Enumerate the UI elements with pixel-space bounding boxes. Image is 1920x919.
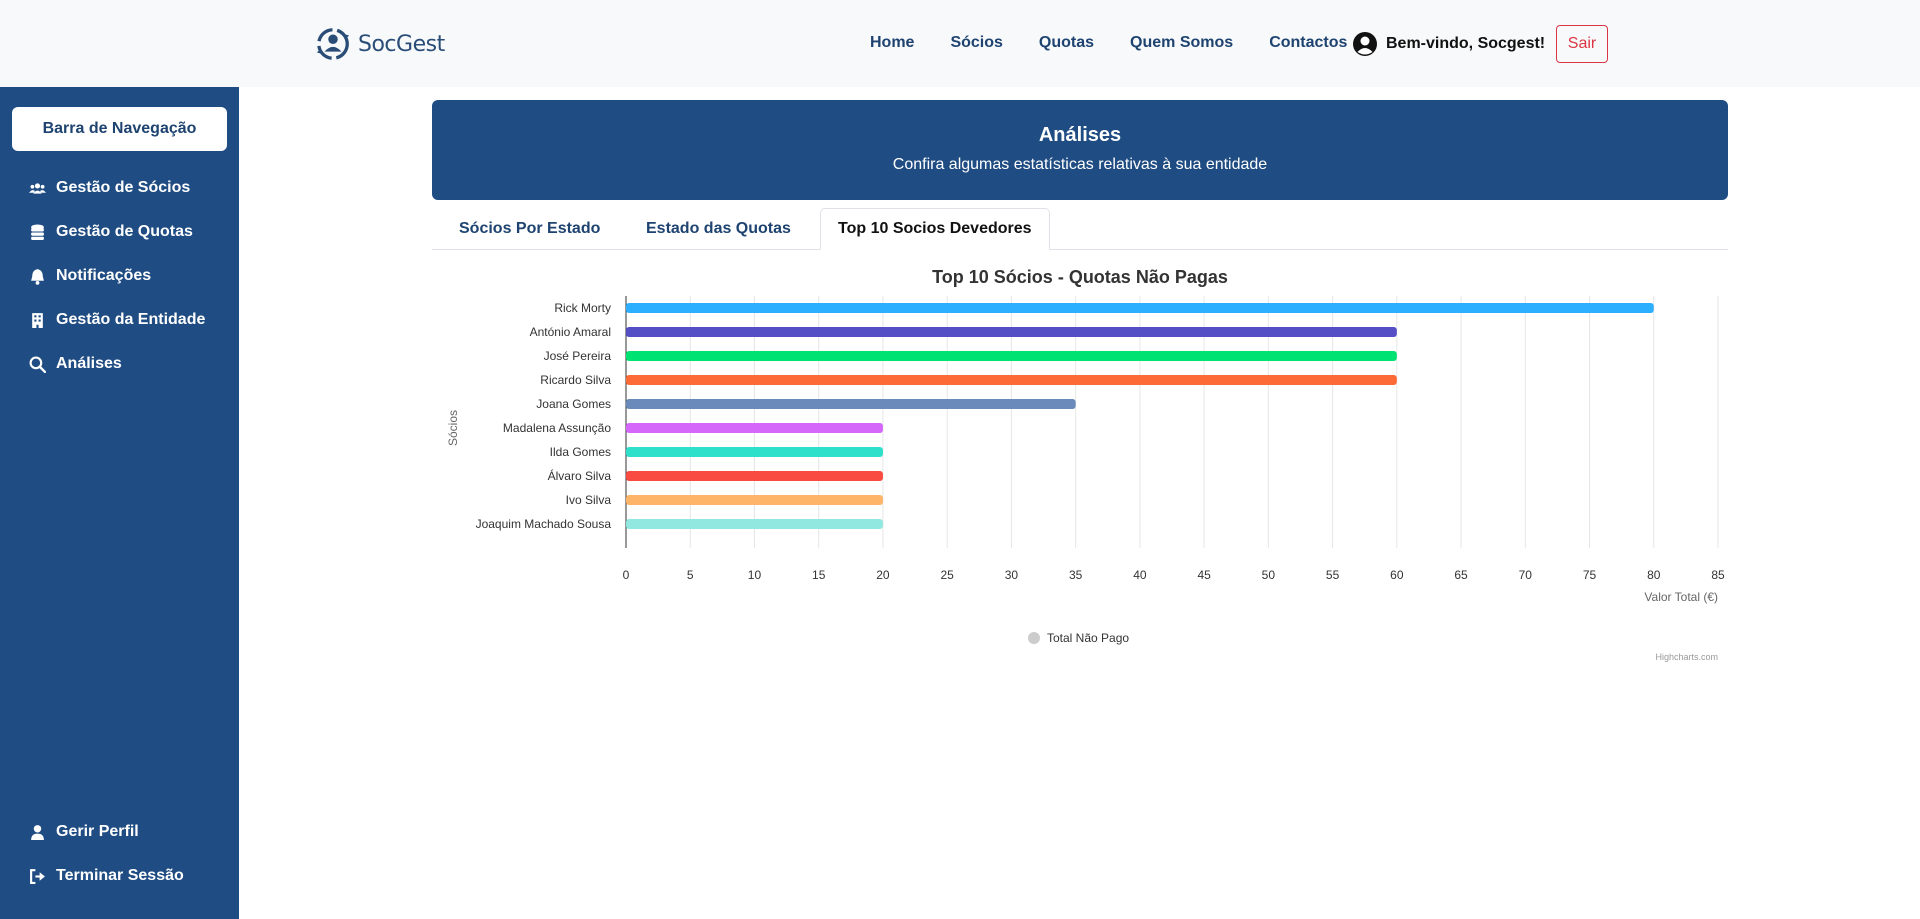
x-tick-label: 40 xyxy=(1133,568,1147,582)
bar xyxy=(626,327,1397,337)
bar xyxy=(626,351,1397,361)
x-tick-label: 15 xyxy=(812,568,826,582)
main-nav: Home Sócios Quotas Quem Somos Contactos xyxy=(870,34,1347,52)
x-tick-label: 65 xyxy=(1454,568,1468,582)
sidebar-item-gestao-socios[interactable]: Gestão de Sócios xyxy=(29,179,190,197)
x-tick-label: 10 xyxy=(748,568,762,582)
nav-contactos[interactable]: Contactos xyxy=(1269,34,1347,52)
sidebar-title[interactable]: Barra de Navegação xyxy=(12,107,227,151)
x-tick-label: 5 xyxy=(687,568,694,582)
bar xyxy=(626,375,1397,385)
welcome-text: Bem-vindo, Socgest! xyxy=(1386,35,1546,52)
tab-top-10-socios-devedores[interactable]: Top 10 Socios Devedores xyxy=(820,208,1050,250)
x-tick-label: 30 xyxy=(1005,568,1019,582)
x-tick-label: 50 xyxy=(1262,568,1276,582)
category-label: Ricardo Silva xyxy=(540,373,611,387)
bar xyxy=(626,399,1076,409)
y-axis-title: Sócios xyxy=(446,410,460,446)
tabs-divider xyxy=(432,249,1728,250)
sidebar-item-label: Gestão de Sócios xyxy=(56,179,191,196)
nav-quem-somos[interactable]: Quem Somos xyxy=(1130,34,1233,52)
bar xyxy=(626,471,883,481)
search-icon xyxy=(29,356,46,373)
sidebar-item-label: Gerir Perfil xyxy=(56,823,139,840)
x-tick-label: 20 xyxy=(876,568,890,582)
category-label: Ivo Silva xyxy=(566,493,612,507)
nav-socios[interactable]: Sócios xyxy=(950,34,1002,52)
nav-home[interactable]: Home xyxy=(870,34,914,52)
x-axis-title: Valor Total (€) xyxy=(1644,590,1718,604)
bar-chart: Top 10 Sócios - Quotas Não Pagas 0 5 10 15 20… xyxy=(446,267,1725,662)
sidebar-item-label: Gestão da Entidade xyxy=(56,311,206,328)
category-label: Joaquim Machado Sousa xyxy=(476,517,612,531)
page-banner: Análises Confira algumas estatísticas re… xyxy=(432,100,1728,200)
x-tick-label: 80 xyxy=(1647,568,1661,582)
category-label: Rick Morty xyxy=(554,301,611,315)
tab-socios-por-estado[interactable]: Sócios Por Estado xyxy=(442,208,617,250)
category-label: Joana Gomes xyxy=(536,397,611,411)
bar xyxy=(626,519,883,529)
bar xyxy=(626,303,1654,313)
logo-text: SocGest xyxy=(358,31,445,57)
legend-label: Total Não Pago xyxy=(1047,631,1129,645)
logout-button[interactable]: Sair xyxy=(1556,25,1608,63)
page-subtitle: Confira algumas estatísticas relativas à… xyxy=(892,156,1268,173)
chart-title: Top 10 Sócios - Quotas Não Pagas xyxy=(932,267,1228,287)
top-navbar: SocGest Home Sócios Quotas Quem Somos Co… xyxy=(0,0,1920,87)
bell-icon xyxy=(31,268,44,285)
user-icon xyxy=(31,824,44,840)
sidebar-item-notificacoes[interactable]: Notificações xyxy=(29,267,151,285)
sidebar-item-label: Gestão de Quotas xyxy=(56,223,193,240)
bar xyxy=(626,447,883,457)
building-icon xyxy=(32,312,43,328)
sidebar-item-gerir-perfil[interactable]: Gerir Perfil xyxy=(29,823,139,841)
chart-credits: Highcharts.com xyxy=(1655,652,1718,662)
category-label: Ilda Gomes xyxy=(550,445,611,459)
bar xyxy=(626,495,883,505)
users-icon xyxy=(29,182,46,194)
category-label: Madalena Assunção xyxy=(503,421,611,435)
x-tick-label: 25 xyxy=(940,568,954,582)
x-tick-label: 45 xyxy=(1197,568,1211,582)
x-tick-label: 0 xyxy=(623,568,630,582)
sidebar-item-label: Notificações xyxy=(56,267,152,284)
sidebar-item-gestao-quotas[interactable]: Gestão de Quotas xyxy=(29,223,193,241)
x-tick-label: 70 xyxy=(1519,568,1533,582)
legend-marker xyxy=(1028,632,1040,644)
x-tick-label: 85 xyxy=(1711,568,1725,582)
coins-icon xyxy=(31,224,44,240)
sidebar-item-analises[interactable]: Análises xyxy=(29,355,122,373)
x-tick-label: 60 xyxy=(1390,568,1404,582)
logout-icon xyxy=(30,868,45,884)
page-title: Análises xyxy=(1038,124,1122,146)
sidebar-item-terminar-sessao[interactable]: Terminar Sessão xyxy=(29,867,184,885)
user-welcome: Bem-vindo, Socgest! xyxy=(1352,31,1545,57)
tab-estado-das-quotas[interactable]: Estado das Quotas xyxy=(629,208,808,250)
x-tick-label: 75 xyxy=(1583,568,1597,582)
x-tick-label: 35 xyxy=(1069,568,1083,582)
nav-quotas[interactable]: Quotas xyxy=(1039,34,1094,52)
sidebar: Barra de Navegação Gestão de Sócios Gest… xyxy=(0,87,239,919)
logo-icon xyxy=(316,28,350,60)
category-label: Álvaro Silva xyxy=(548,468,612,483)
chart-container: Top 10 Sócios - Quotas Não Pagas 0 5 10 15 20… xyxy=(432,255,1728,665)
category-label: António Amaral xyxy=(530,325,611,339)
sidebar-item-label: Análises xyxy=(56,355,122,372)
x-tick-label: 55 xyxy=(1326,568,1340,582)
logo[interactable]: SocGest xyxy=(314,24,445,64)
bar xyxy=(626,423,883,433)
user-circle-icon xyxy=(1353,32,1377,56)
sidebar-item-label: Terminar Sessão xyxy=(56,867,184,884)
sidebar-item-gestao-entidade[interactable]: Gestão da Entidade xyxy=(29,311,205,329)
category-label: José Pereira xyxy=(544,349,612,363)
